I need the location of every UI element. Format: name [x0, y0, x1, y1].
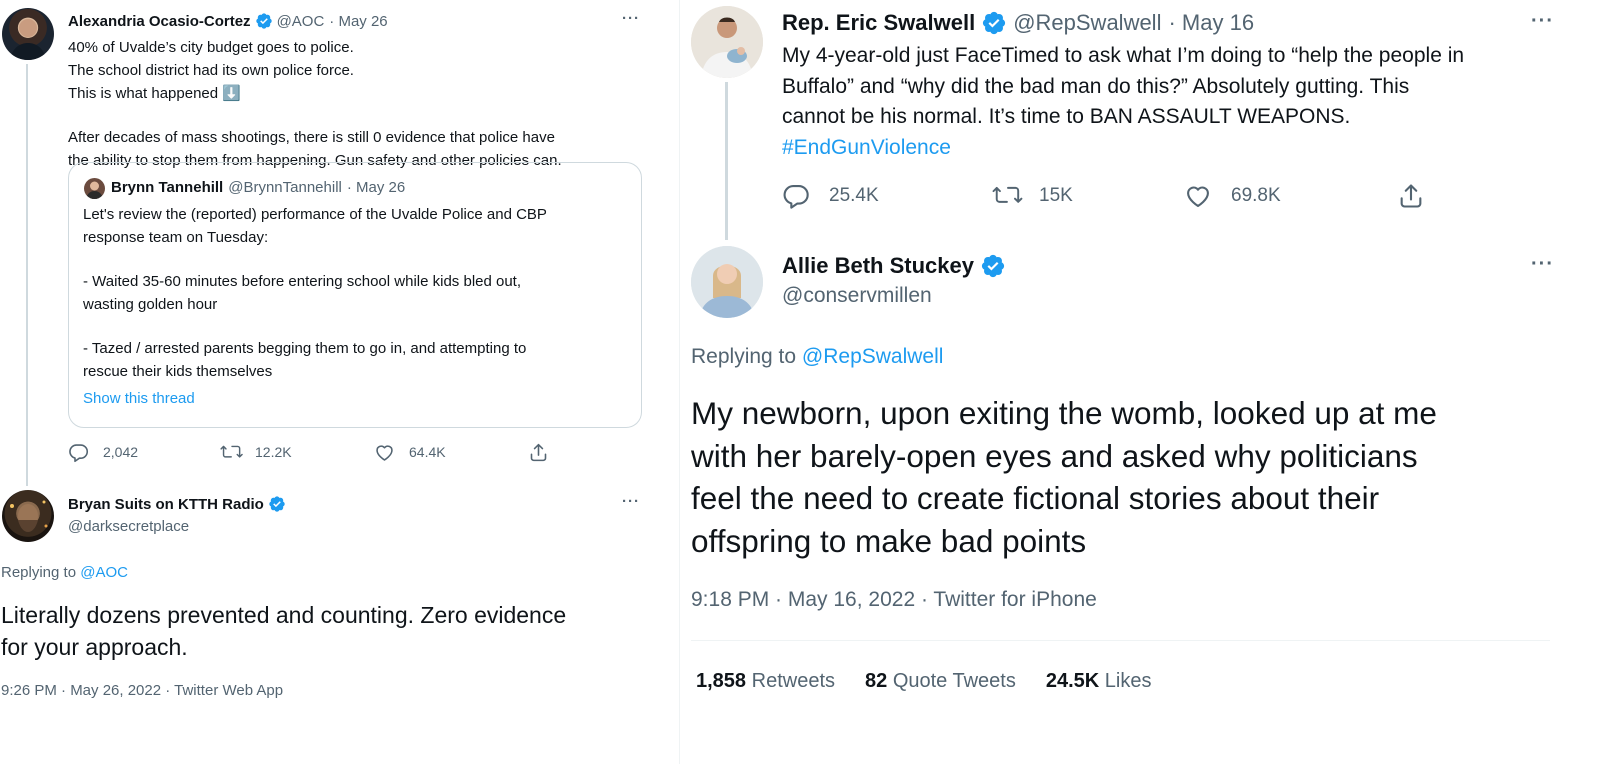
tweet-date[interactable]: · May 26 [329, 13, 387, 30]
like-icon [1184, 182, 1212, 210]
reply-button[interactable]: 25.4K [782, 182, 992, 210]
tweet-text: My newborn, upon exiting the womb, looke… [691, 395, 1437, 559]
reply-icon [68, 442, 89, 463]
author-name[interactable]: Allie Beth Stuckey [782, 253, 974, 279]
replying-to-handle[interactable]: @RepSwalwell [802, 345, 944, 368]
tweet-text: My 4-year-old just FaceTimed to ask what… [782, 41, 1582, 163]
quote-avatar [84, 178, 105, 199]
retweet-icon [220, 442, 244, 463]
tweet-timestamp[interactable]: 9:18 PM · May 16, 2022 · Twitter for iPh… [691, 588, 1097, 612]
stuckey-avatar[interactable] [691, 246, 763, 318]
like-icon [374, 442, 395, 463]
more-options-icon[interactable]: ··· [622, 493, 640, 510]
share-icon [1397, 182, 1425, 210]
like-count: 69.8K [1231, 185, 1281, 206]
author-name[interactable]: Bryan Suits on KTTH Radio [68, 496, 264, 513]
verified-badge-icon [268, 495, 286, 513]
share-icon [528, 442, 549, 463]
retweet-count: 12.2K [255, 444, 292, 460]
author-handle[interactable]: @RepSwalwell [1013, 10, 1161, 36]
engagement-stats: 1,858 Retweets 82 Quote Tweets 24.5K Lik… [696, 668, 1152, 694]
tweet-actions: 2,042 12.2K 64.4K [68, 441, 549, 463]
author-handle[interactable]: @conservmillen [782, 284, 932, 308]
author-name[interactable]: Alexandria Ocasio-Cortez [68, 13, 251, 30]
quote-date: · May 26 [346, 178, 406, 196]
retweet-button[interactable]: 15K [992, 182, 1184, 210]
author-handle[interactable]: @AOC [277, 13, 325, 30]
left-screenshot: Alexandria Ocasio-Cortez @AOC · May 26 ·… [0, 0, 680, 764]
right-screenshot: Rep. Eric Swalwell @RepSwalwell · May 16… [681, 0, 1600, 764]
quote-author-handle: @BrynnTannehill [228, 178, 342, 196]
tweet-timestamp[interactable]: 9:26 PM · May 26, 2022 · Twitter Web App [1, 682, 283, 699]
tweet-actions: 25.4K 15K 69.8K [782, 181, 1425, 211]
retweet-button[interactable]: 12.2K [220, 442, 374, 463]
tweet-date[interactable]: · May 16 [1168, 10, 1254, 36]
hashtag-link[interactable]: #EndGunViolence [782, 133, 1582, 164]
retweet-icon [992, 182, 1024, 210]
aoc-avatar[interactable] [2, 8, 54, 60]
more-options-icon[interactable]: ··· [1531, 253, 1554, 276]
divider [691, 640, 1550, 641]
replying-to-handle[interactable]: @AOC [80, 564, 128, 581]
quoted-tweet-card[interactable]: Brynn Tannehill @BrynnTannehill · May 26… [68, 162, 642, 428]
verified-badge-icon [255, 12, 273, 30]
quote-text: Let's review the (reported) performance … [83, 206, 547, 380]
thread-line [26, 64, 28, 486]
author-handle[interactable]: @darksecretplace [68, 518, 189, 535]
more-options-icon[interactable]: ··· [1531, 10, 1554, 33]
like-button[interactable]: 69.8K [1184, 182, 1397, 210]
verified-badge-icon [981, 10, 1007, 36]
share-button[interactable] [1397, 182, 1425, 210]
suits-avatar[interactable] [2, 490, 54, 542]
author-name[interactable]: Rep. Eric Swalwell [782, 10, 975, 36]
thread-line [725, 82, 728, 240]
likes-stat[interactable]: 24.5K Likes [1046, 670, 1152, 693]
reply-button[interactable]: 2,042 [68, 442, 220, 463]
retweet-count: 15K [1039, 185, 1073, 206]
reply-count: 25.4K [829, 185, 879, 206]
swalwell-avatar[interactable] [691, 6, 763, 78]
replying-to: Replying to @RepSwalwell [691, 345, 944, 368]
quote-author-name: Brynn Tannehill [111, 178, 224, 196]
tweet-text: 40% of Uvalde’s city budget goes to poli… [68, 39, 562, 169]
like-button[interactable]: 64.4K [374, 442, 528, 463]
reply-icon [782, 182, 810, 210]
like-count: 64.4K [409, 444, 446, 460]
verified-badge-icon [980, 253, 1006, 279]
reply-count: 2,042 [103, 444, 139, 460]
quote-tweets-stat[interactable]: 82 Quote Tweets [865, 670, 1016, 693]
share-button[interactable] [528, 442, 549, 463]
replying-to: Replying to @AOC [1, 564, 128, 581]
more-options-icon[interactable]: ··· [622, 10, 640, 27]
show-thread-link[interactable]: Show this thread [83, 390, 195, 407]
tweet-text: Literally dozens prevented and counting.… [1, 602, 567, 660]
retweets-stat[interactable]: 1,858 Retweets [696, 670, 835, 693]
